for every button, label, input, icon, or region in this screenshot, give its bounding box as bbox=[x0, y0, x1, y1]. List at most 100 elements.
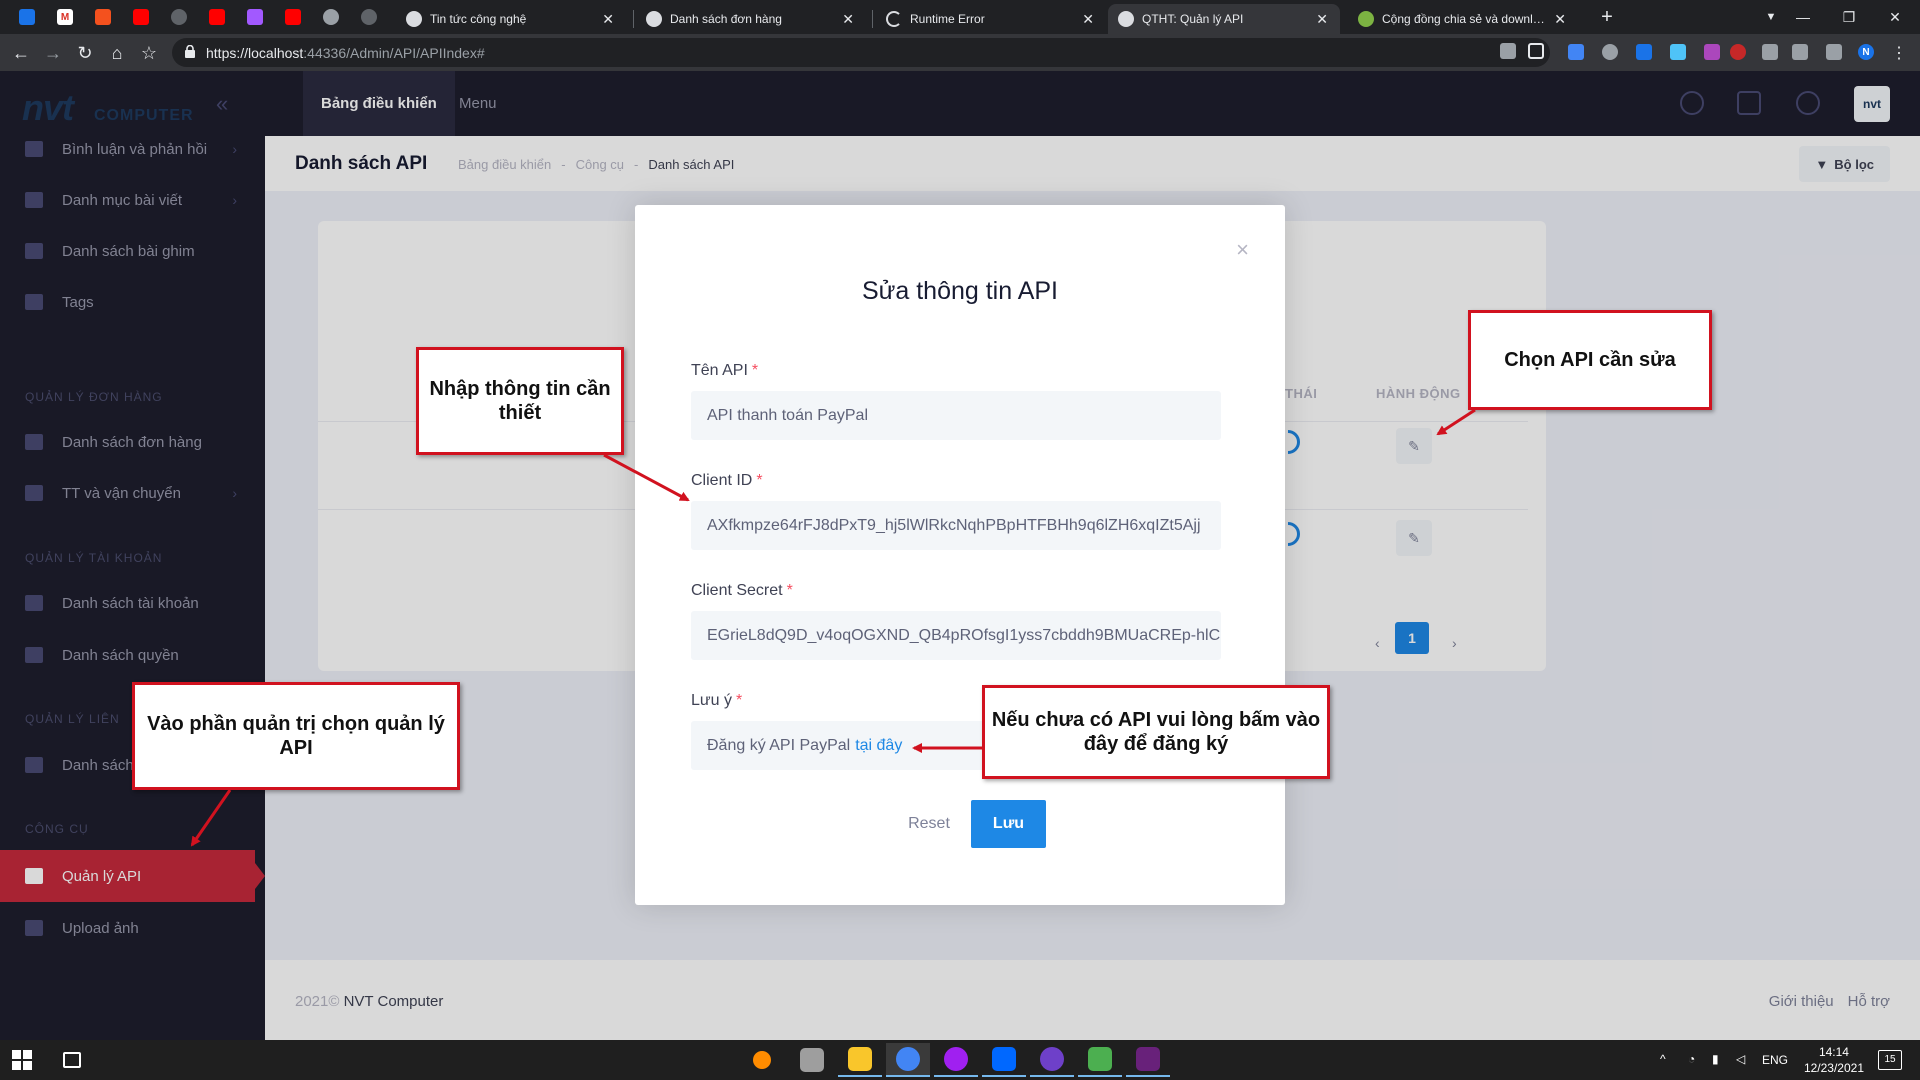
close-icon[interactable]: ✕ bbox=[1082, 11, 1094, 28]
pinned-tab[interactable] bbox=[320, 6, 342, 28]
bookmark-star-button[interactable]: ☆ bbox=[136, 40, 162, 66]
close-icon[interactable]: ✕ bbox=[842, 11, 854, 28]
back-button[interactable]: ← bbox=[8, 40, 34, 66]
reload-button[interactable]: ↻ bbox=[72, 40, 98, 66]
browser-tab-bar: M Tin tức công nghệ ✕ Danh sách đơn hàng… bbox=[0, 0, 1920, 34]
taskbar-app[interactable] bbox=[1030, 1043, 1074, 1077]
new-tab-button[interactable]: + bbox=[1584, 0, 1630, 34]
tab-title: QTHT: Quản lý API bbox=[1142, 12, 1244, 26]
clock-date: 12/23/2021 bbox=[1803, 1061, 1864, 1075]
extension-icon[interactable] bbox=[1704, 44, 1720, 60]
menu-kebab-icon[interactable]: ⋮ bbox=[1886, 40, 1912, 66]
taskbar-app[interactable] bbox=[934, 1043, 978, 1077]
address-bar[interactable]: https://localhost:44336/Admin/API/APIInd… bbox=[172, 38, 1550, 67]
taskbar-app[interactable] bbox=[1126, 1043, 1170, 1077]
api-name-input[interactable]: API thanh toán PayPal bbox=[691, 391, 1221, 440]
browser-tab-active[interactable]: QTHT: Quản lý API ✕ bbox=[1108, 4, 1340, 34]
taskbar-app[interactable] bbox=[982, 1043, 1026, 1077]
extension-icon[interactable] bbox=[1762, 44, 1778, 60]
extension-icon[interactable] bbox=[1602, 44, 1618, 60]
pinned-tab[interactable] bbox=[206, 6, 228, 28]
site-icon bbox=[406, 11, 422, 27]
globe-icon bbox=[361, 9, 377, 25]
tab-separator bbox=[872, 10, 873, 28]
pinned-tab[interactable] bbox=[282, 6, 304, 28]
close-icon[interactable]: × bbox=[1236, 237, 1249, 263]
tab-title: Runtime Error bbox=[910, 12, 985, 26]
pinned-tab[interactable] bbox=[244, 6, 266, 28]
star-icon[interactable] bbox=[1528, 43, 1544, 59]
globe-icon bbox=[171, 9, 187, 25]
taskbar-app[interactable] bbox=[790, 1043, 834, 1077]
screenshot-icon[interactable] bbox=[1792, 44, 1808, 60]
record-icon bbox=[323, 9, 339, 25]
forward-button[interactable]: → bbox=[40, 40, 66, 66]
home-button[interactable]: ⌂ bbox=[104, 40, 130, 66]
tray-chevron-icon[interactable]: ^ bbox=[1660, 1052, 1666, 1066]
browser-tab[interactable]: Danh sách đơn hàng ✕ bbox=[636, 4, 866, 34]
extension-icon[interactable] bbox=[1730, 44, 1746, 60]
api-name-label: Tên API * bbox=[691, 362, 758, 380]
site-icon bbox=[646, 11, 662, 27]
browser-tab[interactable]: Tin tức công nghệ ✕ bbox=[396, 4, 626, 34]
input-value: API thanh toán PayPal bbox=[707, 406, 868, 424]
field-label: Client ID bbox=[691, 472, 753, 489]
start-button[interactable] bbox=[0, 1043, 44, 1077]
required-mark: * bbox=[735, 692, 743, 709]
edit-api-modal: × Sửa thông tin API Tên API * API thanh t… bbox=[635, 205, 1285, 905]
modal-title: Sửa thông tin API bbox=[861, 277, 1059, 305]
network-icon[interactable]: ▮ bbox=[1712, 1052, 1719, 1066]
taskbar-app[interactable] bbox=[838, 1043, 882, 1077]
language-indicator[interactable]: ENG bbox=[1762, 1053, 1788, 1067]
taskbar-app[interactable] bbox=[1078, 1043, 1122, 1077]
maximize-button[interactable]: ❐ bbox=[1826, 0, 1872, 34]
extension-icon[interactable] bbox=[1636, 44, 1652, 60]
taskbar-app[interactable] bbox=[886, 1043, 930, 1077]
wifi-icon[interactable]: ◔ bbox=[1688, 1052, 1695, 1066]
required-mark: * bbox=[751, 362, 759, 379]
git-icon bbox=[95, 9, 111, 25]
gmail-icon: M bbox=[57, 9, 73, 25]
youtube-icon bbox=[133, 9, 149, 25]
pinned-tab[interactable] bbox=[168, 6, 190, 28]
save-button[interactable]: Lưu bbox=[971, 800, 1046, 848]
pinned-tab[interactable] bbox=[92, 6, 114, 28]
close-icon[interactable]: ✕ bbox=[1316, 11, 1328, 28]
youtube-icon bbox=[209, 9, 225, 25]
url-host: https://localhost bbox=[206, 44, 304, 61]
download-icon[interactable] bbox=[1826, 44, 1842, 60]
system-clock[interactable]: 14:14 12/23/2021 bbox=[1804, 1044, 1864, 1076]
window-close-button[interactable]: ✕ bbox=[1872, 0, 1918, 34]
field-label: Lưu ý bbox=[691, 692, 732, 709]
profile-avatar[interactable]: N bbox=[1858, 44, 1874, 60]
client-secret-input[interactable]: EGrieL8dQ9D_v4oqOGXND_QB4pROfsgI1yss7cbd… bbox=[691, 611, 1221, 660]
browser-tab[interactable]: Cộng đồng chia sẻ và download ✕ bbox=[1348, 4, 1578, 34]
minimize-button[interactable]: — bbox=[1780, 0, 1826, 34]
visual-studio-icon bbox=[1136, 1047, 1160, 1071]
required-mark: * bbox=[786, 582, 793, 599]
reset-button[interactable]: Reset bbox=[879, 800, 979, 848]
input-value: AXfkmpze64rFJ8dPxT9_hj5lWlRkcNqhPBpHTFBH… bbox=[707, 516, 1201, 534]
notification-center-button[interactable]: 15 bbox=[1878, 1050, 1902, 1070]
pinned-tab[interactable] bbox=[16, 6, 38, 28]
volume-icon[interactable]: ◁ bbox=[1736, 1052, 1745, 1066]
qr-icon[interactable] bbox=[1500, 43, 1516, 59]
close-icon[interactable]: ✕ bbox=[602, 11, 614, 28]
browser-toolbar: ← → ↻ ⌂ ☆ https://localhost:44336/Admin/… bbox=[0, 34, 1920, 71]
task-view-button[interactable] bbox=[50, 1043, 94, 1077]
extension-icon[interactable] bbox=[1670, 44, 1686, 60]
field-label: Tên API bbox=[691, 362, 748, 379]
extension-icon[interactable] bbox=[1568, 44, 1584, 60]
tab-title: Danh sách đơn hàng bbox=[670, 12, 782, 26]
close-icon[interactable]: ✕ bbox=[1554, 11, 1566, 28]
register-link[interactable]: tại đây bbox=[855, 737, 902, 755]
pinned-tab[interactable]: M bbox=[54, 6, 76, 28]
taskbar-app[interactable] bbox=[740, 1043, 784, 1077]
pinned-tab[interactable] bbox=[130, 6, 152, 28]
pinned-tab[interactable] bbox=[358, 6, 380, 28]
loading-icon bbox=[886, 11, 902, 27]
tab-separator bbox=[633, 10, 634, 28]
site-icon bbox=[1358, 11, 1374, 27]
client-id-input[interactable]: AXfkmpze64rFJ8dPxT9_hj5lWlRkcNqhPBpHTFBH… bbox=[691, 501, 1221, 550]
browser-tab[interactable]: Runtime Error ✕ bbox=[876, 4, 1106, 34]
